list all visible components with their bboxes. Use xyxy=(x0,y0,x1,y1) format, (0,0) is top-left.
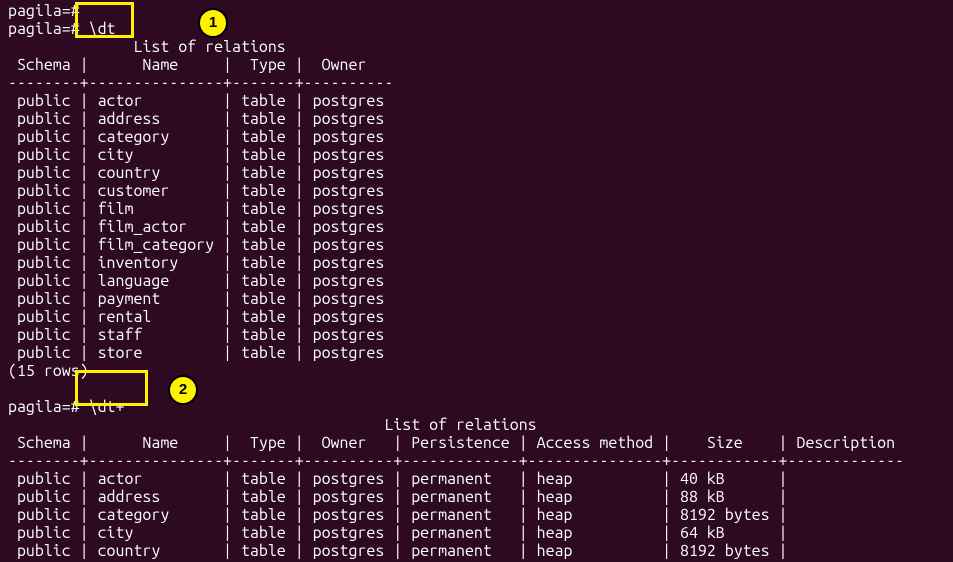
prompt-line: pagila=# \dt xyxy=(8,20,116,38)
prompt-line: pagila=# \dt+ xyxy=(8,398,124,416)
table1-title: List of relations xyxy=(8,38,286,56)
table2-title: List of relations xyxy=(8,416,537,434)
table1-sep: --------+---------------+-------+-------… xyxy=(8,74,393,92)
annotation-2: 2 xyxy=(168,375,198,405)
annotation-1: 1 xyxy=(198,8,228,38)
rowcount: (15 rows) xyxy=(8,362,89,380)
table2-header: Schema | Name | Type | Owner | Persisten… xyxy=(8,434,895,452)
table2-sep: --------+---------------+-------+-------… xyxy=(8,452,904,470)
terminal-output[interactable]: pagila=# pagila=# \dt List of relations … xyxy=(0,0,953,562)
command-2: \dt+ xyxy=(89,398,125,416)
prompt-line: pagila=# xyxy=(8,2,89,20)
table1-header: Schema | Name | Type | Owner xyxy=(8,56,366,74)
command-1: \dt xyxy=(89,20,116,38)
